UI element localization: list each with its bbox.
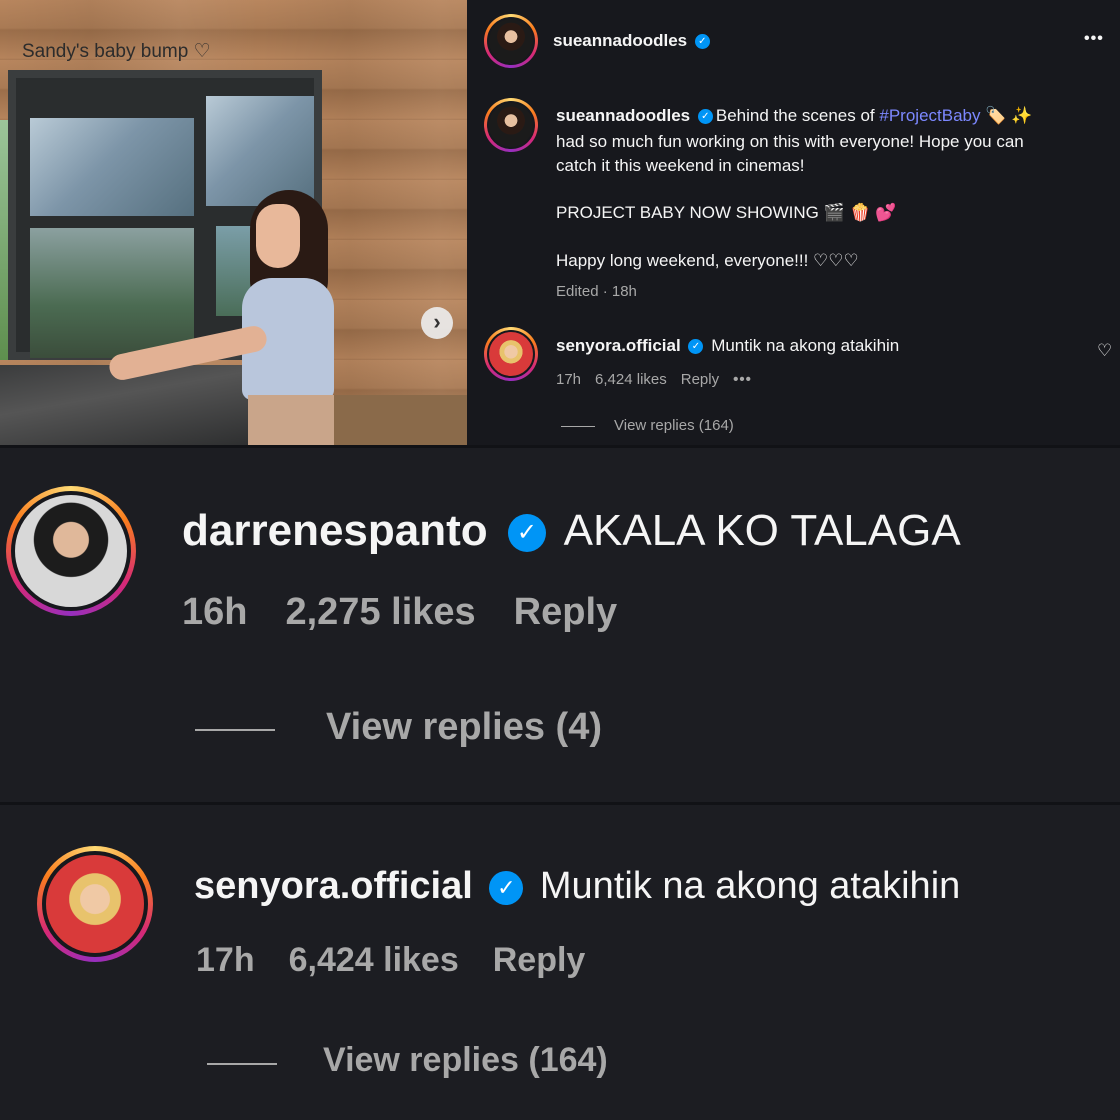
verified-badge-icon: ✓ xyxy=(688,339,704,355)
reply-button[interactable]: Reply xyxy=(493,941,586,979)
reply-button[interactable]: Reply xyxy=(514,591,617,633)
replies-divider xyxy=(561,426,595,427)
caption-line-3: catch it this weekend in cinemas! xyxy=(556,156,805,175)
verified-badge-icon: ✓ xyxy=(694,34,710,50)
comment-line: darrenespanto ✓ AKALA KO TALAGA xyxy=(182,506,961,556)
edited-timestamp: Edited · 18h xyxy=(556,283,637,300)
like-heart-icon[interactable]: ♡ xyxy=(1097,341,1112,361)
commenter-avatar[interactable] xyxy=(6,486,136,616)
comment-username[interactable]: senyora.official xyxy=(556,336,681,355)
comment-time: 16h xyxy=(182,591,248,633)
author-avatar[interactable] xyxy=(484,14,538,68)
comment-username[interactable]: darrenespanto xyxy=(182,506,488,555)
more-options-icon[interactable]: ••• xyxy=(1084,30,1104,48)
caption-emoji: 🏷️ ✨ xyxy=(980,106,1033,125)
comment-text: Muntik na akong atakihin xyxy=(711,336,900,355)
caption-line-5: Happy long weekend, everyone!!! ♡♡♡ xyxy=(556,251,859,270)
pants xyxy=(248,395,334,445)
comment-meta: 16h 2,275 likes Reply xyxy=(182,591,631,634)
commenter-avatar[interactable] xyxy=(37,846,153,962)
comment-text: AKALA KO TALAGA xyxy=(563,506,961,555)
comment-text: Muntik na akong atakihin xyxy=(539,865,961,907)
comment-time: 17h xyxy=(556,371,582,388)
header-username[interactable]: sueannadoodles ✓ xyxy=(553,31,710,51)
comment-meta: 17h 6,424 likes Reply ••• xyxy=(556,371,766,388)
caption-line-1: sueannadoodles ✓ Behind the scenes of #Pr… xyxy=(556,106,1032,126)
replies-divider xyxy=(207,1063,277,1065)
face xyxy=(256,204,300,268)
comment-line: senyora.official ✓ Muntik na akong ataki… xyxy=(556,336,899,356)
comment-username[interactable]: senyora.official xyxy=(194,865,473,907)
post-sidebar: sueannadoodles ✓ ••• sueannadoodles ✓ Beh… xyxy=(467,0,1120,445)
comment-line: senyora.official ✓ Muntik na akong ataki… xyxy=(194,865,960,908)
zoom-comment-darren: darrenespanto ✓ AKALA KO TALAGA 16h 2,275… xyxy=(0,448,1120,802)
caption-avatar[interactable] xyxy=(484,98,538,152)
reply-button[interactable]: Reply xyxy=(681,371,719,388)
comment-time: 17h xyxy=(196,941,255,979)
photo-caption: Sandy's baby bump ♡ xyxy=(22,41,211,62)
comment-likes[interactable]: 6,424 likes xyxy=(289,941,459,979)
hashtag-link[interactable]: #ProjectBaby xyxy=(879,106,980,125)
post-photo: Sandy's baby bump ♡ › xyxy=(0,0,467,445)
comment-likes[interactable]: 6,424 likes xyxy=(595,371,667,388)
zoom-comment-senyora: senyora.official ✓ Muntik na akong ataki… xyxy=(0,805,1120,1120)
verified-badge-icon: ✓ xyxy=(697,109,713,125)
window-pane xyxy=(30,118,194,216)
caption-text: Behind the scenes of xyxy=(715,106,880,125)
view-replies-button[interactable]: View replies (164) xyxy=(614,417,734,434)
view-replies-button[interactable]: View replies (164) xyxy=(323,1041,608,1080)
replies-divider xyxy=(195,729,275,731)
view-replies-button[interactable]: View replies (4) xyxy=(326,706,602,749)
comment-likes[interactable]: 2,275 likes xyxy=(285,591,475,633)
chevron-right-icon[interactable]: › xyxy=(421,307,453,339)
header-username-text[interactable]: sueannadoodles xyxy=(553,31,687,50)
caption-line-2: had so much fun working on this with eve… xyxy=(556,132,1024,151)
person-figure xyxy=(107,190,348,445)
comment-more-icon[interactable]: ••• xyxy=(733,371,752,388)
post-view: Sandy's baby bump ♡ › sueannadoodles ✓ •… xyxy=(0,0,1120,445)
verified-badge-icon: ✓ xyxy=(507,514,546,553)
commenter-avatar[interactable] xyxy=(484,327,538,381)
window-pane xyxy=(30,228,194,358)
caption-line-4: PROJECT BABY NOW SHOWING 🎬 🍿 💕 xyxy=(556,203,897,222)
comment-meta: 17h 6,424 likes Reply xyxy=(196,941,599,980)
caption-username[interactable]: sueannadoodles xyxy=(556,106,690,125)
verified-badge-icon: ✓ xyxy=(489,870,524,905)
